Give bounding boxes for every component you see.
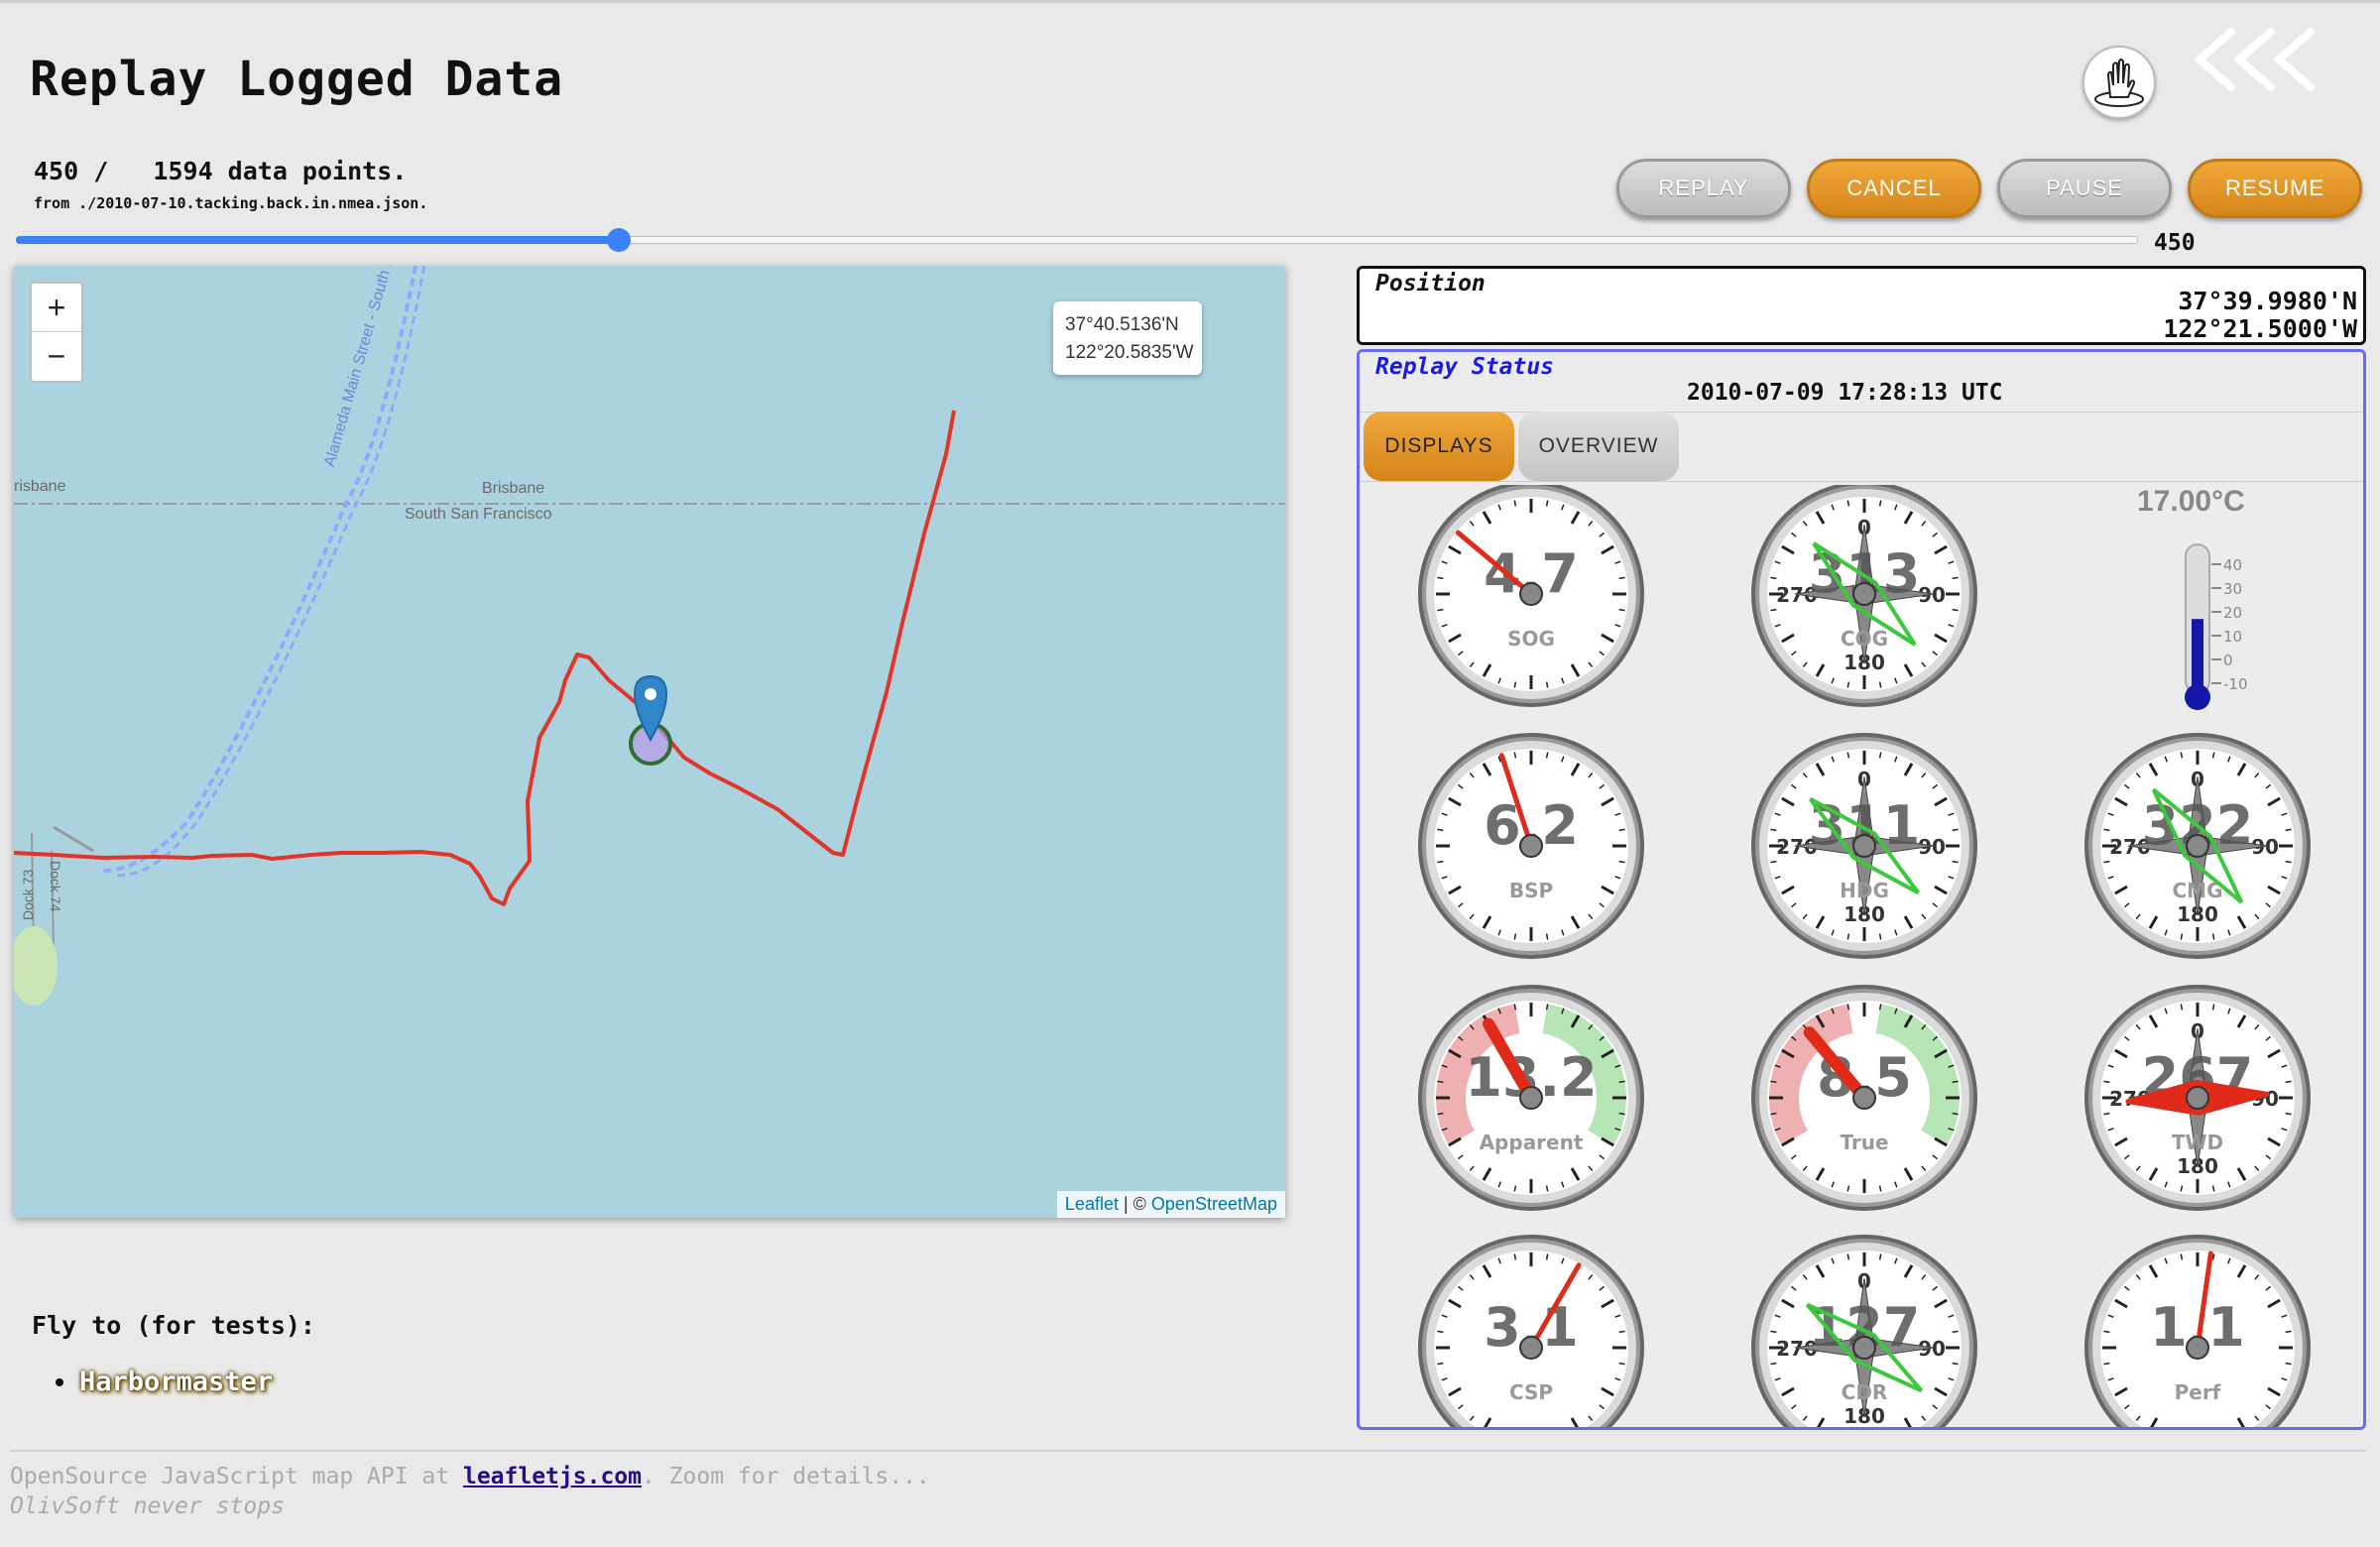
hand-icon bbox=[2094, 59, 2144, 107]
svg-text:20: 20 bbox=[2223, 604, 2242, 622]
gauge-perf: 1.1Perf bbox=[2084, 1235, 2311, 1427]
back-chevrons-icon[interactable] bbox=[2192, 26, 2330, 95]
zoom-control: + − bbox=[30, 282, 83, 383]
gauge-label: True bbox=[1840, 1130, 1888, 1154]
position-lat: 37°39.9980'N bbox=[2178, 287, 2357, 315]
temperature-value: 17.00°C bbox=[2137, 485, 2245, 518]
gauge-label: HDG bbox=[1840, 879, 1889, 902]
status-time: 2010-07-09 17:28:13 UTC bbox=[1687, 380, 2003, 406]
gauge-label: Perf bbox=[2175, 1380, 2221, 1404]
position-lon: 122°21.5000'W bbox=[2163, 314, 2357, 343]
gauge-grid: 4.7SOG 090180270313COG 6.2BSP 090180270311H… bbox=[1418, 485, 2311, 1427]
svg-text:30: 30 bbox=[2223, 580, 2242, 598]
gauge-bsp: 6.2BSP bbox=[1418, 733, 1644, 959]
help-hand-button[interactable] bbox=[2082, 46, 2156, 119]
map-label-brisbane: Brisbane bbox=[482, 480, 545, 497]
gauge-cog: 090180270313COG bbox=[1751, 485, 1977, 707]
map-layer bbox=[14, 266, 1285, 1006]
resume-button[interactable]: RESUME bbox=[2188, 159, 2362, 218]
gauge-csp: 3.1CSP bbox=[1418, 1235, 1644, 1427]
map-attribution: Leaflet | © OpenStreetMap bbox=[1056, 1191, 1285, 1218]
flyto-harbormaster-link[interactable]: Harbormaster bbox=[79, 1367, 273, 1397]
zoom-in-button[interactable]: + bbox=[32, 284, 81, 331]
popup-lat: 37°40.5136'N bbox=[1065, 314, 1179, 335]
svg-text:-10: -10 bbox=[2223, 675, 2248, 693]
gauge-label: CDR bbox=[1842, 1380, 1888, 1404]
position-popup: 37°40.5136'N 122°20.5835'W bbox=[1053, 301, 1202, 375]
footer-divider bbox=[10, 1450, 2366, 1452]
replay-slider-thumb[interactable] bbox=[607, 228, 631, 252]
page-title: Replay Logged Data bbox=[30, 52, 564, 107]
cancel-button[interactable]: CANCEL bbox=[1807, 159, 1981, 218]
popup-lon: 122°20.5835'W bbox=[1065, 342, 1194, 363]
source-file: from ./2010-07-10.tacking.back.in.nmea.j… bbox=[34, 194, 428, 212]
data-point-counter: 450 / 1594 data points. bbox=[34, 157, 408, 185]
slider-value: 450 bbox=[2154, 230, 2196, 256]
map[interactable]: risbane Brisbane South San Francisco Ala… bbox=[14, 266, 1285, 1218]
footer-line-2: OlivSoft never stops bbox=[10, 1493, 285, 1519]
list-bullet bbox=[56, 1378, 63, 1386]
tab-overview[interactable]: OVERVIEW bbox=[1518, 412, 1679, 481]
map-label-dock73: Dock 73 bbox=[20, 869, 36, 920]
gauge-cdr: 090180270127CDR bbox=[1751, 1235, 1977, 1427]
gauge-true: 8.5True bbox=[1751, 985, 1977, 1211]
gauge-label: BSP bbox=[1509, 879, 1553, 902]
gauge-label: TWD bbox=[2172, 1130, 2223, 1154]
leaflet-link[interactable]: Leaflet bbox=[1065, 1194, 1119, 1214]
gauge-cmg: 090180270322CMG bbox=[2084, 733, 2311, 959]
tab-displays[interactable]: DISPLAYS bbox=[1364, 412, 1514, 481]
pause-button[interactable]: PAUSE bbox=[1997, 159, 2172, 218]
gauge-hdg: 090180270311HDG bbox=[1751, 733, 1977, 959]
zoom-out-button[interactable]: − bbox=[32, 331, 81, 380]
gauge-label: COG bbox=[1841, 627, 1888, 651]
thermometer: 40 30 20 10 0 -10 bbox=[2185, 543, 2248, 710]
top-divider bbox=[0, 0, 2380, 3]
map-label-ssf: South San Francisco bbox=[405, 506, 552, 523]
svg-text:40: 40 bbox=[2223, 556, 2242, 574]
map-label-brisbane-left: risbane bbox=[14, 478, 66, 495]
map-label-dock74: Dock 74 bbox=[48, 861, 63, 912]
position-title: Position bbox=[1375, 271, 1486, 297]
status-title: Replay Status bbox=[1375, 354, 1555, 380]
gauge-label: CSP bbox=[1509, 1380, 1553, 1404]
footer-line-1: OpenSource JavaScript map API at leaflet… bbox=[10, 1464, 930, 1489]
position-panel: Position 37°39.9980'N 122°21.5000'W bbox=[1357, 266, 2366, 345]
svg-text:0: 0 bbox=[2223, 652, 2233, 669]
leafletjs-link[interactable]: leafletjs.com bbox=[463, 1464, 642, 1489]
replay-slider-fill bbox=[16, 236, 619, 244]
replay-status-panel: Replay Status 2010-07-09 17:28:13 UTC DI… bbox=[1357, 349, 2366, 1430]
svg-text:10: 10 bbox=[2223, 628, 2242, 646]
osm-link[interactable]: OpenStreetMap bbox=[1151, 1194, 1277, 1214]
gauge-label: Apparent bbox=[1480, 1130, 1584, 1154]
gauge-twd: 090180270267TWD bbox=[2084, 985, 2311, 1211]
gauge-label: SOG bbox=[1507, 627, 1555, 651]
replay-button[interactable]: REPLAY bbox=[1616, 159, 1791, 218]
flyto-title: Fly to (for tests): bbox=[32, 1311, 315, 1340]
gauge-sog: 4.7SOG bbox=[1418, 485, 1644, 707]
gauge-apparent: 13.2Apparent bbox=[1418, 985, 1644, 1211]
